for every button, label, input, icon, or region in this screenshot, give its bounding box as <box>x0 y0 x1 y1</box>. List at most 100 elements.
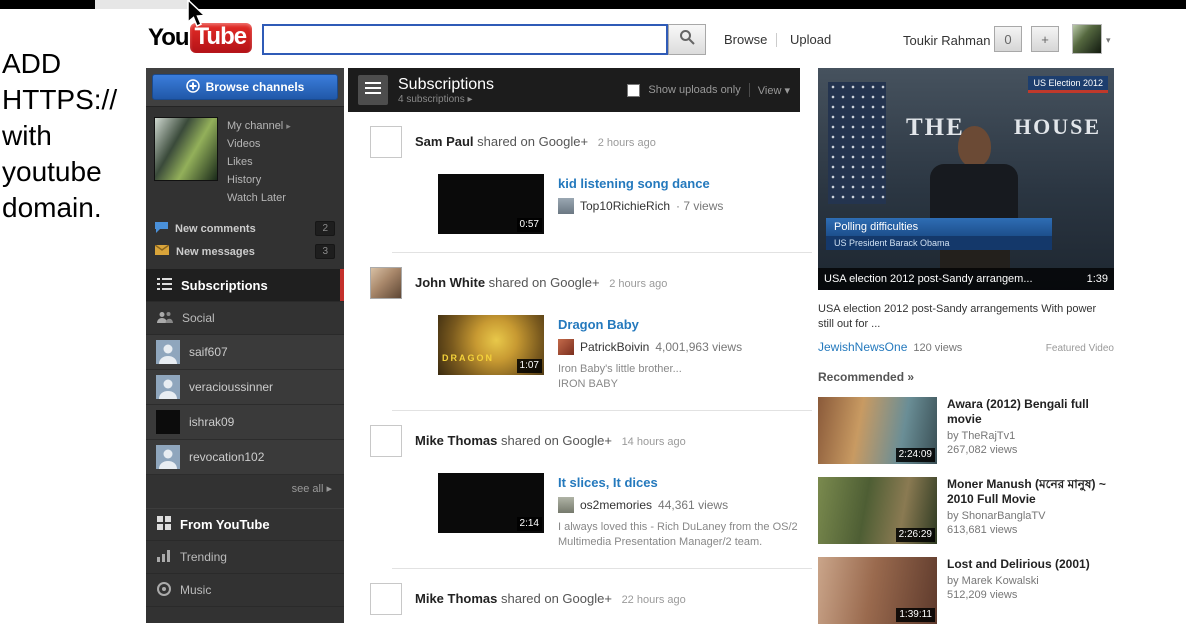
recommended-item[interactable]: 1:39:11 Lost and Delirious (2001) by Mar… <box>818 557 1114 624</box>
sidebar-item-likes[interactable]: Likes <box>227 153 291 171</box>
video-thumbnail[interactable]: 2:24:09 <box>818 397 937 464</box>
channel-name[interactable]: PatrickBoivin <box>580 340 649 354</box>
video-title-link[interactable]: It slices, It dices <box>558 475 800 490</box>
upload-link[interactable]: Upload <box>790 32 831 47</box>
video-title-link[interactable]: Moner Manush (মনের মানুষ) ~ 2010 Full Mo… <box>947 477 1114 507</box>
duration-badge: 2:26:29 <box>895 528 935 542</box>
video-title-link[interactable]: Awara (2012) Bengali full movie <box>947 397 1114 427</box>
double-chevron-icon: » <box>907 370 915 384</box>
recommended-heading[interactable]: Recommended » <box>818 370 1114 384</box>
annotation-note: ADD HTTPS:// with youtube domain. <box>2 46 144 226</box>
controls-divider <box>748 83 750 97</box>
featured-channel-link[interactable]: JewishNewsOne <box>818 340 907 354</box>
share-line: Mike Thomas shared on Google+ 14 hours a… <box>415 425 686 448</box>
recommended-label: Recommended <box>818 370 905 384</box>
sharer-avatar[interactable] <box>370 425 402 457</box>
sharer-avatar[interactable] <box>370 267 402 299</box>
sidebar-subscription-saif607[interactable]: saif607 <box>146 335 344 370</box>
video-info: Dragon Baby PatrickBoivin 4,001,963 view… <box>558 315 742 392</box>
channel-mini-avatar[interactable] <box>558 339 574 355</box>
featured-video-player[interactable]: THE HOUSE US Election 2012 Polling diffi… <box>818 68 1114 290</box>
from-youtube-label: From YouTube <box>180 517 270 532</box>
sidebar-subscription-ishrak09[interactable]: ishrak09 <box>146 405 344 440</box>
share-line: Mike Thomas shared on Google+ 22 hours a… <box>415 583 686 606</box>
video-title-link[interactable]: Dragon Baby <box>558 317 742 332</box>
sidebar-item-watch-later[interactable]: Watch Later <box>227 189 291 207</box>
share-line: John White shared on Google+ 2 hours ago <box>415 267 667 290</box>
add-button[interactable]: + <box>1031 26 1059 52</box>
trending-bars-icon <box>157 549 171 565</box>
sidebar-item-subscriptions[interactable]: Subscriptions <box>146 269 344 302</box>
sidebar-item-history[interactable]: History <box>227 171 291 189</box>
search-input[interactable] <box>262 24 668 55</box>
sharer-avatar[interactable] <box>370 583 402 615</box>
video-title-link[interactable]: Lost and Delirious (2001) <box>947 557 1090 572</box>
player-bottom-bar: USA election 2012 post-Sandy arrangem...… <box>818 268 1114 290</box>
duration-badge: 1:07 <box>516 359 542 373</box>
feed-menu-button[interactable] <box>358 75 388 105</box>
sidebar-item-videos[interactable]: Videos <box>227 135 291 153</box>
caret-right-icon: ▸ <box>326 483 332 495</box>
lower-third-caption: Polling difficulties US President Barack… <box>826 218 1052 250</box>
feed-item-body: 0:57 kid listening song dance Top10Richi… <box>438 174 800 234</box>
sidebar-subscription-revocation102[interactable]: revocation102 <box>146 440 344 475</box>
sidebar-item-new-comments[interactable]: New comments 2 <box>146 217 344 240</box>
video-description: Iron Baby's little brother... IRON BABY <box>558 363 682 390</box>
channel-mini-avatar[interactable] <box>558 497 574 513</box>
recommended-item[interactable]: 2:26:29 Moner Manush (মনের মানুষ) ~ 2010… <box>818 477 1114 544</box>
sharer-name[interactable]: Sam Paul <box>415 134 474 149</box>
username-link[interactable]: Toukir Rahman <box>903 33 990 48</box>
thumbnail-text: DRAGON <box>442 353 494 363</box>
sharer-name[interactable]: Mike Thomas <box>415 591 497 606</box>
show-uploads-checkbox[interactable] <box>627 83 641 97</box>
new-comments-badge: 2 <box>315 221 335 236</box>
feed-item-header: Sam Paul shared on Google+ 2 hours ago <box>370 126 800 158</box>
share-time: 2 hours ago <box>597 137 656 149</box>
channel-avatar <box>156 410 180 434</box>
view-dropdown[interactable]: View ▾ <box>758 84 790 97</box>
sidebar-item-music[interactable]: Music <box>146 574 344 607</box>
feed-title: Subscriptions <box>398 75 495 93</box>
see-all-link[interactable]: see all ▸ <box>146 475 344 502</box>
sidebar-item-my-channel[interactable]: My channel ▸ <box>227 117 291 135</box>
trending-label: Trending <box>180 550 227 564</box>
browse-channels-wrap: Browse channels <box>146 68 344 107</box>
user-avatar[interactable] <box>1072 24 1102 54</box>
list-icon <box>157 277 172 293</box>
sidebar-item-new-messages[interactable]: New messages 3 <box>146 240 344 263</box>
video-thumbnail[interactable]: 2:26:29 <box>818 477 937 544</box>
duration-badge: 2:14 <box>516 517 542 531</box>
envelope-icon <box>154 244 170 258</box>
channel-name[interactable]: os2memories <box>580 498 652 512</box>
channel-mini-avatar[interactable] <box>558 198 574 214</box>
video-thumbnail[interactable]: 0:57 <box>438 174 544 234</box>
sidebar-item-social[interactable]: Social <box>146 302 344 335</box>
video-thumbnail[interactable]: 1:39:11 <box>818 557 937 624</box>
social-label: Social <box>182 311 215 325</box>
feed-subtitle[interactable]: 4 subscriptions ▸ <box>398 94 494 105</box>
search-button[interactable] <box>668 24 706 55</box>
channel-avatar <box>156 340 180 364</box>
sharer-avatar[interactable] <box>370 126 402 158</box>
profile-avatar[interactable] <box>154 117 218 181</box>
annotation-line: with <box>2 120 52 151</box>
sharer-name[interactable]: Mike Thomas <box>415 433 497 448</box>
subscription-label: ishrak09 <box>189 415 235 429</box>
feed-item-header: Mike Thomas shared on Google+ 14 hours a… <box>370 425 800 457</box>
share-time: 14 hours ago <box>621 436 686 448</box>
mouse-cursor-icon <box>186 0 208 35</box>
browse-link[interactable]: Browse <box>724 32 767 47</box>
video-thumbnail[interactable]: 2:14 <box>438 473 544 533</box>
sidebar-item-trending[interactable]: Trending <box>146 541 344 574</box>
browse-channels-button[interactable]: Browse channels <box>152 74 338 100</box>
channel-name[interactable]: Top10RichieRich <box>580 199 670 213</box>
recommended-item[interactable]: 2:24:09 Awara (2012) Bengali full movie … <box>818 397 1114 464</box>
video-description: I always loved this - Rich DuLaney from … <box>558 521 798 548</box>
video-info: Awara (2012) Bengali full movie by TheRa… <box>947 397 1114 464</box>
sidebar-subscription-veracioussinner[interactable]: veracioussinner <box>146 370 344 405</box>
notification-count-button[interactable]: 0 <box>994 26 1022 52</box>
sharer-name[interactable]: John White <box>415 275 485 290</box>
video-title-link[interactable]: kid listening song dance <box>558 176 723 191</box>
sidebar-item-from-youtube[interactable]: From YouTube <box>146 508 344 541</box>
video-thumbnail[interactable]: DRAGON 1:07 <box>438 315 544 375</box>
